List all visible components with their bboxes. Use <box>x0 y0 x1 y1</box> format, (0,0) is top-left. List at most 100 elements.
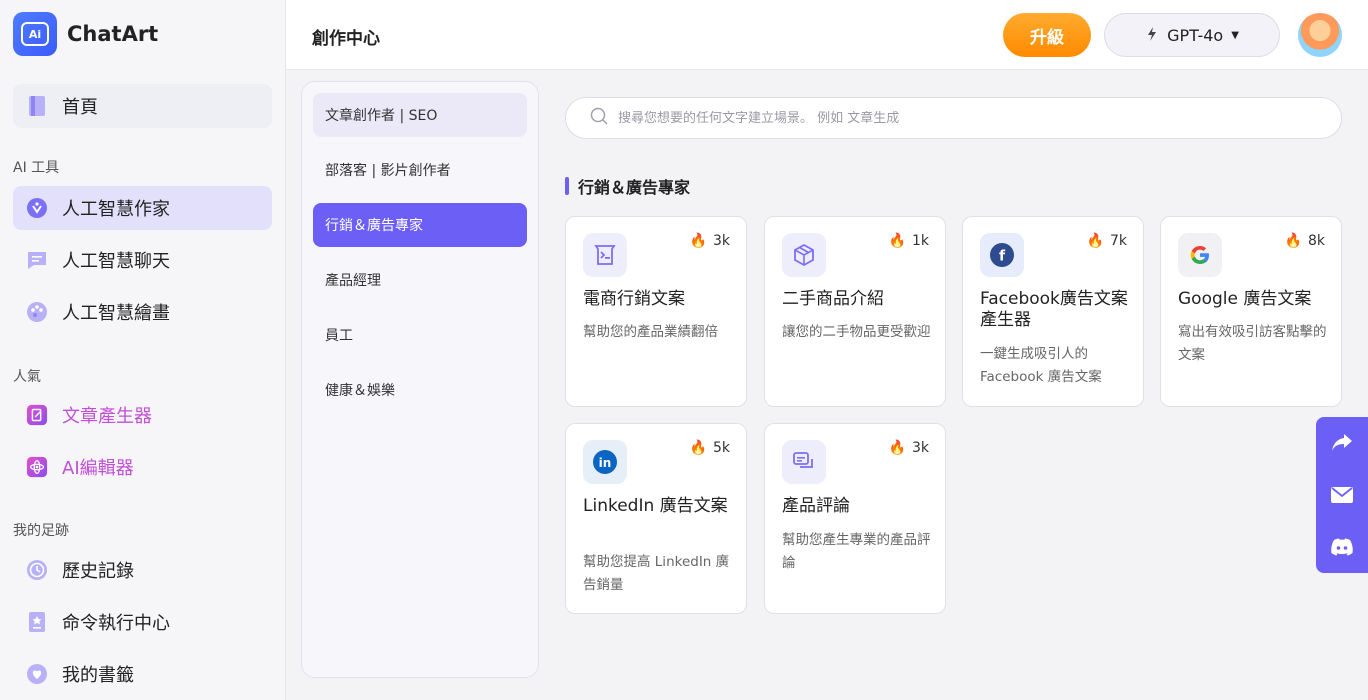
facebook-icon: f <box>980 233 1024 277</box>
ai-writer-icon <box>26 197 48 219</box>
card-description: 幫助您提高 LinkedIn 廣告銷量 <box>583 554 730 593</box>
card-title: Facebook廣告文案產生器 <box>980 289 1128 330</box>
template-card-google-ad[interactable]: 🔥 8k Google 廣告文案 寫出有效吸引訪客點擊的文案 <box>1160 216 1342 407</box>
chat-icon <box>26 249 48 271</box>
popularity-indicator: 🔥 3k <box>889 440 929 456</box>
sidebar-item-label: 命令執行中心 <box>62 613 170 634</box>
card-description: 寫出有效吸引訪客點擊的文案 <box>1178 324 1327 363</box>
svg-text:in: in <box>599 456 612 470</box>
popular-section-label: 人氣 <box>13 369 41 385</box>
model-selector[interactable]: GPT-4o ▼ <box>1104 13 1280 57</box>
avatar[interactable] <box>1298 13 1342 57</box>
sidebar-item-label: 首頁 <box>62 97 98 118</box>
share-button[interactable] <box>1316 417 1368 469</box>
discord-button[interactable] <box>1316 521 1368 573</box>
template-card-linkedin-ad[interactable]: in 🔥 5k LinkedIn 廣告文案 幫助您提高 LinkedIn 廣告銷量 <box>565 423 747 614</box>
fire-icon: 🔥 <box>1086 233 1104 249</box>
share-icon <box>1332 434 1352 451</box>
review-icon <box>782 440 826 484</box>
linkedin-icon: in <box>583 440 627 484</box>
book-icon <box>26 95 48 117</box>
page-title: 創作中心 <box>312 29 380 49</box>
popularity-indicator: 🔥 5k <box>690 440 730 456</box>
fire-icon: 🔥 <box>689 233 707 249</box>
popularity-count: 5k <box>712 440 730 456</box>
sidebar-item-label: 人工智慧繪畫 <box>62 303 170 324</box>
floating-action-bar <box>1316 417 1368 573</box>
card-title: Google 廣告文案 <box>1178 289 1312 309</box>
card-title: 產品評論 <box>782 496 850 516</box>
search-bar <box>565 97 1342 139</box>
template-card-secondhand-intro[interactable]: 🔥 1k 二手商品介紹 讓您的二手物品更受歡迎 <box>764 216 946 407</box>
fire-icon: 🔥 <box>888 440 906 456</box>
sidebar-item-command-center[interactable]: 命令執行中心 <box>13 600 272 644</box>
logo-text: Ai <box>21 22 49 46</box>
sidebar-item-ai-editor[interactable]: AI編輯器 <box>13 445 272 489</box>
card-title: LinkedIn 廣告文案 <box>583 496 728 516</box>
popularity-count: 7k <box>1109 233 1127 249</box>
section-accent-bar <box>565 177 569 195</box>
top-bar: 創作中心 升級 GPT-4o ▼ <box>286 0 1368 70</box>
category-panel: 文章創作者 | SEO 部落客 | 影片創作者 行銷＆廣告專家 產品經理 員工 … <box>301 81 539 678</box>
fire-icon: 🔥 <box>1284 233 1302 249</box>
svg-text:f: f <box>999 249 1006 265</box>
card-description: 幫助您產生專業的產品評論 <box>782 532 931 571</box>
template-card-facebook-ad[interactable]: f 🔥 7k Facebook廣告文案產生器 一鍵生成吸引人的 Facebook … <box>962 216 1144 407</box>
sidebar-item-label: 人工智慧作家 <box>62 199 170 220</box>
sidebar-item-label: 我的書籤 <box>62 665 134 686</box>
category-item-marketing[interactable]: 行銷＆廣告專家 <box>313 203 527 247</box>
google-icon <box>1178 233 1222 277</box>
mail-icon <box>1331 487 1353 503</box>
sidebar-item-ai-chat[interactable]: 人工智慧聊天 <box>13 238 272 282</box>
bookmark-icon <box>26 663 48 685</box>
template-card-ecommerce-copy[interactable]: 🔥 3k 電商行銷文案 幫助您的產品業績翻倍 <box>565 216 747 407</box>
sidebar-item-bookmarks[interactable]: 我的書籤 <box>13 652 272 696</box>
sidebar-item-article-generator[interactable]: 文章產生器 <box>13 393 272 437</box>
search-input[interactable] <box>618 110 1318 126</box>
sidebar-item-ai-painting[interactable]: 人工智慧繪畫 <box>13 290 272 334</box>
card-title: 電商行銷文案 <box>583 289 685 309</box>
popularity-indicator: 🔥 8k <box>1285 233 1325 249</box>
sidebar-item-label: 人工智慧聊天 <box>62 251 170 272</box>
card-description: 幫助您的產品業績翻倍 <box>583 324 718 340</box>
search-icon <box>590 107 608 129</box>
caret-down-icon: ▼ <box>1231 29 1239 41</box>
card-description: 一鍵生成吸引人的 Facebook 廣告文案 <box>980 346 1102 385</box>
sidebar-item-label: AI編輯器 <box>62 458 134 479</box>
category-item-employee[interactable]: 員工 <box>313 313 527 357</box>
discord-icon <box>1331 538 1353 556</box>
upgrade-button[interactable]: 升級 <box>1003 13 1091 57</box>
article-generator-icon <box>26 404 48 426</box>
template-card-product-review[interactable]: 🔥 3k 產品評論 幫助您產生專業的產品評論 <box>764 423 946 614</box>
category-item-blogger[interactable]: 部落客 | 影片創作者 <box>313 148 527 192</box>
palette-icon <box>26 301 48 323</box>
box-icon <box>782 233 826 277</box>
popularity-indicator: 🔥 1k <box>889 233 929 249</box>
model-label: GPT-4o <box>1167 25 1224 45</box>
sidebar-item-home[interactable]: 首頁 <box>13 84 272 128</box>
card-description: 讓您的二手物品更受歡迎 <box>782 324 931 340</box>
card-title: 二手商品介紹 <box>782 289 884 309</box>
email-button[interactable] <box>1316 469 1368 521</box>
sparkle-icon <box>1145 26 1159 45</box>
section-title: 行銷＆廣告專家 <box>578 178 691 197</box>
popularity-count: 3k <box>911 440 929 456</box>
category-item-health-entertainment[interactable]: 健康＆娛樂 <box>313 368 527 412</box>
sidebar-item-ai-writer[interactable]: 人工智慧作家 <box>13 186 272 230</box>
ai-editor-icon <box>26 456 48 478</box>
popularity-indicator: 🔥 7k <box>1087 233 1127 249</box>
section-heading: 行銷＆廣告專家 <box>565 174 690 198</box>
footprint-section-label: 我的足跡 <box>13 523 69 539</box>
fire-icon: 🔥 <box>689 440 707 456</box>
sidebar-item-history[interactable]: 歷史記錄 <box>13 548 272 592</box>
chatart-logo-icon: Ai <box>13 12 57 56</box>
popularity-count: 1k <box>911 233 929 249</box>
category-item-seo-writer[interactable]: 文章創作者 | SEO <box>313 93 527 137</box>
brand[interactable]: Ai ChatArt <box>13 12 158 56</box>
command-center-icon <box>26 611 48 633</box>
ecommerce-icon <box>583 233 627 277</box>
sidebar-item-label: 文章產生器 <box>62 406 152 427</box>
popularity-count: 3k <box>712 233 730 249</box>
category-item-product-manager[interactable]: 產品經理 <box>313 258 527 302</box>
fire-icon: 🔥 <box>888 233 906 249</box>
